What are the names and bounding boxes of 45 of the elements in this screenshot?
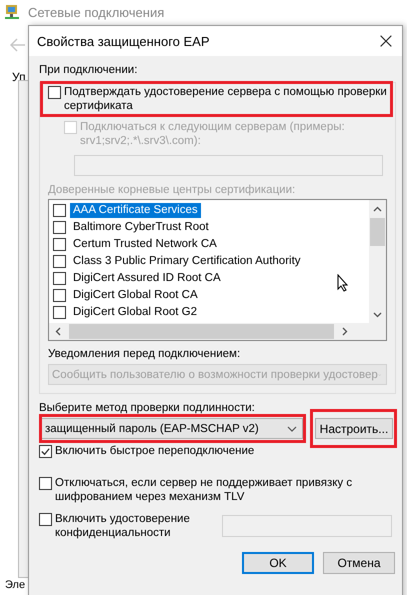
- close-button[interactable]: ×: [370, 26, 402, 56]
- method-dropdown[interactable]: защищенный пароль (EAP-MSCHAP v2): [41, 418, 303, 439]
- scroll-thumb[interactable]: [69, 324, 334, 339]
- option-checkbox[interactable]: Включить удостоверение конфиденциальности: [39, 512, 209, 540]
- checkbox[interactable]: [53, 204, 66, 217]
- certificate-list[interactable]: AAA Certificate Services Baltimore CyberTrust Root Certum Trusted Network CA Class 3 Public Primary Certification Authority DigiCert Assured ID Root CA DigiCert Global Root CA DigiCert Global Root G2: [48, 199, 387, 341]
- network-icon: [4, 4, 20, 20]
- list-item[interactable]: AAA Certificate Services: [70, 203, 201, 218]
- scroll-right-icon[interactable]: [342, 327, 348, 336]
- window-title: Сетевые подключения: [28, 4, 164, 20]
- method-label: Выберите метод проверки подлинности:: [39, 402, 256, 414]
- scroll-down-icon[interactable]: [373, 312, 382, 318]
- scroll-left-icon[interactable]: [55, 327, 61, 336]
- option-checkbox[interactable]: Включить быстрое переподключение: [39, 444, 254, 458]
- status-label: Эле: [5, 579, 26, 591]
- group-label: При подключении:: [39, 64, 138, 76]
- checkbox[interactable]: [53, 289, 66, 302]
- checkbox[interactable]: [53, 221, 66, 234]
- dialog-button[interactable]: Отмена: [323, 552, 395, 574]
- checkbox[interactable]: [53, 238, 66, 251]
- checkbox[interactable]: [53, 272, 66, 285]
- verify-checkbox[interactable]: Подтверждать удостоверение сервера с помощью проверки сертификата: [48, 85, 387, 113]
- list-item[interactable]: Class 3 Public Primary Certification Authority: [70, 254, 304, 269]
- caret-icon: [287, 426, 297, 432]
- dialog-title: Свойства защищенного EAP: [37, 34, 210, 48]
- scroll-up-icon[interactable]: [373, 206, 382, 212]
- configure-button[interactable]: Настроить...: [315, 418, 393, 439]
- checkmark-icon: [40, 446, 51, 457]
- list-item[interactable]: DigiCert Assured ID Root CA: [70, 271, 224, 286]
- list-label: Доверенные корневые центры сертификации:: [48, 184, 296, 196]
- checkbox[interactable]: [53, 306, 66, 319]
- servers-field[interactable]: [74, 155, 383, 176]
- notify-label: Уведомления перед подключением:: [48, 348, 242, 360]
- vertical-scrollbar[interactable]: [369, 200, 386, 323]
- horizontal-scrollbar[interactable]: [49, 323, 386, 340]
- scroll-thumb[interactable]: [370, 218, 385, 246]
- list-item[interactable]: Certum Trusted Network CA: [70, 237, 220, 252]
- list-item[interactable]: Baltimore CyberTrust Root: [70, 220, 212, 235]
- mouse-cursor-icon: [337, 274, 349, 292]
- checkbox[interactable]: [53, 255, 66, 268]
- dialog-button[interactable]: OK: [242, 552, 314, 574]
- option-checkbox[interactable]: Отключаться, если сервер не поддерживает привязку с шифрованием через механизм TLV: [39, 476, 376, 504]
- list-item[interactable]: DigiCert Global Root G2: [70, 305, 200, 320]
- list-item[interactable]: DigiCert Global Root CA: [70, 288, 201, 303]
- identity-field[interactable]: [222, 515, 392, 537]
